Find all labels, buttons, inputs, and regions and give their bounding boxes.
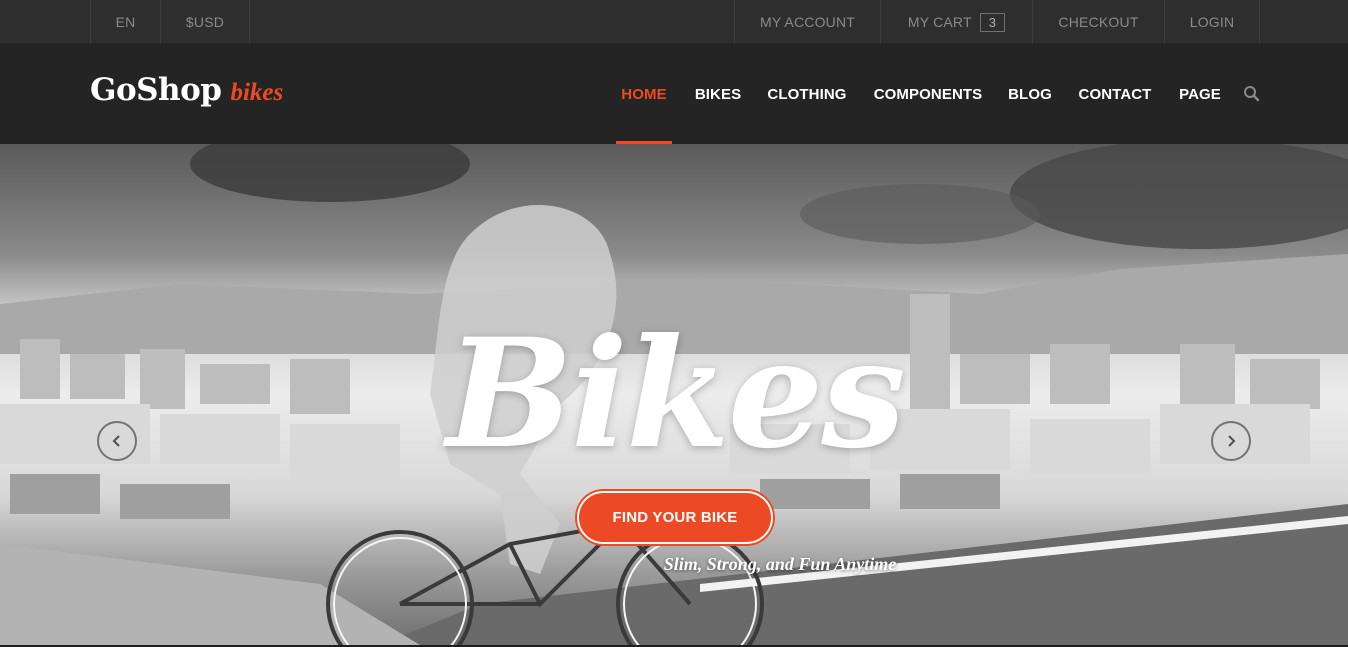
nav-home-label: HOME (621, 85, 667, 103)
site-logo[interactable]: GoShop bikes (90, 72, 283, 112)
nav-home[interactable]: HOME (612, 44, 676, 144)
my-cart-link[interactable]: MY CART 3 (880, 0, 1032, 44)
my-account-link[interactable]: MY ACCOUNT (734, 0, 880, 44)
login-link[interactable]: LOGIN (1164, 0, 1260, 44)
slider-next-button[interactable] (1211, 421, 1251, 461)
language-label: EN (115, 14, 136, 30)
cart-count-badge: 3 (979, 12, 1006, 32)
my-cart-label: MY CART (907, 14, 972, 30)
nav-page-label: PAGE (1179, 85, 1221, 103)
find-your-bike-label: FIND YOUR BIKE (612, 509, 738, 526)
nav-page[interactable]: PAGE (1172, 44, 1228, 144)
chevron-left-icon (112, 435, 120, 447)
nav-clothing-label: CLOTHING (767, 85, 847, 103)
checkout-label: CHECKOUT (1058, 14, 1139, 30)
hero-title: Bikes (446, 306, 906, 482)
nav-bikes[interactable]: BIKES (690, 44, 746, 144)
nav-blog[interactable]: BLOG (1002, 44, 1058, 144)
currency-selector[interactable]: $USD (160, 0, 250, 44)
language-selector[interactable]: EN (90, 0, 160, 44)
nav-bikes-label: BIKES (694, 85, 742, 103)
hero-tagline: Slim, Strong, and Fun Anytime (663, 554, 897, 574)
nav-clothing[interactable]: CLOTHING (760, 44, 854, 144)
slider-prev-button[interactable] (97, 421, 137, 461)
checkout-link[interactable]: CHECKOUT (1032, 0, 1164, 44)
hero-slider: Bikes Slim, Strong, and Fun Anytime (0, 144, 1348, 645)
nav-blog-label: BLOG (1008, 85, 1052, 103)
nav-contact-label: CONTACT (1078, 85, 1152, 103)
currency-label: $USD (185, 14, 225, 30)
main-header: GoShop bikes HOME BIKES CLOTHING COMPONE… (0, 44, 1348, 144)
logo-accent-text: bikes (230, 79, 284, 106)
nav-components[interactable]: COMPONENTS (868, 44, 988, 144)
my-account-label: MY ACCOUNT (759, 14, 856, 30)
nav-components-label: COMPONENTS (873, 85, 983, 103)
chevron-right-icon (1228, 435, 1236, 447)
search-icon[interactable] (1242, 84, 1262, 104)
login-label: LOGIN (1189, 14, 1235, 30)
find-your-bike-button[interactable]: FIND YOUR BIKE (577, 491, 773, 544)
logo-main-text: GoShop (90, 72, 222, 108)
top-utility-bar: EN $USD MY ACCOUNT MY CART 3 CHECKOUT LO… (0, 0, 1348, 44)
nav-contact[interactable]: CONTACT (1072, 44, 1158, 144)
